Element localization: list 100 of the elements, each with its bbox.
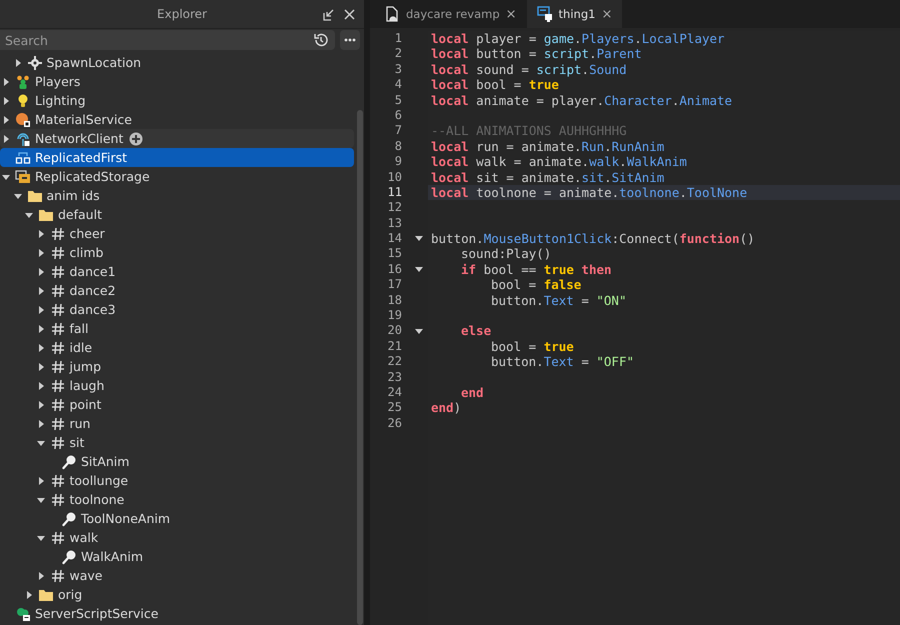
line-number: 16 (388, 262, 403, 278)
scrollbar[interactable] (357, 110, 363, 625)
hash-icon (50, 264, 66, 280)
tree-item[interactable]: dance1 (0, 262, 354, 281)
code-line: button.MouseButton1Click:Connect(function() (431, 231, 755, 246)
line-number: 4 (394, 77, 403, 93)
tree-item[interactable]: dance3 (0, 300, 354, 319)
editor-tab[interactable]: thing1 × (526, 0, 622, 28)
tree-item[interactable]: climb (0, 243, 354, 262)
antenna-icon (15, 130, 31, 146)
panel-title: Explorer (157, 7, 207, 21)
tree-item[interactable]: jump (0, 357, 354, 376)
code-line: button.Text = "OFF" (491, 354, 634, 370)
code-line: local player = game.Players.LocalPlayer (431, 31, 725, 46)
line-number: 11 (388, 184, 403, 200)
code-line: local run = animate.Run.RunAnim (431, 138, 664, 154)
pin-icon (61, 510, 77, 526)
tree-item[interactable]: cheer (0, 224, 354, 243)
tree-item[interactable]: laugh (0, 376, 354, 395)
hash-icon (50, 226, 66, 242)
code-line: local walk = animate.walk.WalkAnim (431, 154, 687, 170)
hash-icon (50, 320, 66, 336)
tree-item[interactable]: dance2 (0, 281, 354, 300)
code-line: end) (431, 400, 462, 416)
pin-icon (61, 454, 77, 470)
line-number: 6 (394, 108, 403, 124)
globe-icon (15, 112, 31, 128)
tree-item[interactable]: fall (0, 319, 354, 338)
tree-item[interactable]: SpawnLocation (0, 53, 354, 72)
more-button[interactable] (340, 30, 360, 50)
tree-item[interactable]: WalkAnim (0, 547, 354, 566)
tree-item[interactable]: point (0, 395, 354, 414)
plus-icon (129, 132, 144, 146)
tree-item[interactable]: run (0, 414, 354, 433)
tree-item[interactable]: anim ids (0, 186, 354, 205)
code-line: local sound = script.Sound (431, 62, 627, 78)
search-field[interactable]: Search (0, 30, 335, 50)
tree-item[interactable]: sit (0, 433, 354, 452)
tree-item[interactable]: Lighting (0, 91, 354, 110)
tree-item[interactable]: wave (0, 566, 354, 585)
code-line: local button = script.Parent (431, 46, 642, 62)
line-number: 15 (388, 246, 403, 262)
tree-item[interactable]: walk (0, 528, 354, 547)
code-line: --ALL ANIMATIONS AUHHGHHHG (431, 123, 627, 139)
tree-item[interactable]: ReplicatedFirst (0, 148, 354, 167)
hash-icon (50, 396, 66, 412)
hash-icon (50, 530, 66, 546)
line-number: 9 (394, 154, 403, 170)
tree-item[interactable]: ServerScriptService (0, 604, 354, 623)
more-icon (344, 38, 356, 42)
code-line: sound:Play() (461, 246, 552, 262)
code-line: local toolnone = animate.toolnone.ToolNone (431, 184, 748, 200)
crate-icon (15, 168, 31, 184)
close-icon (343, 8, 356, 21)
code-line: button.Text = "ON" (491, 292, 626, 308)
tree-item[interactable]: default (0, 205, 354, 224)
tree-item[interactable]: MaterialService (0, 110, 354, 129)
gear-icon (26, 54, 42, 70)
tree-item[interactable]: Players (0, 72, 354, 91)
tree-item[interactable]: toollunge (0, 471, 354, 490)
line-number: 8 (394, 138, 403, 154)
code-line: if bool == true then (461, 262, 612, 278)
tree-item[interactable]: NetworkClient (0, 129, 354, 148)
boxes-icon (15, 150, 31, 166)
hash-icon (50, 434, 66, 450)
code-line: local sit = animate.sit.SitAnim (431, 170, 664, 185)
hash-icon (50, 568, 66, 584)
line-number: 12 (388, 200, 403, 216)
line-number: 14 (388, 231, 403, 246)
tree-item[interactable]: ReplicatedStorage (0, 167, 354, 186)
undock-icon (322, 8, 335, 21)
document-icon (384, 6, 400, 22)
line-number: 25 (388, 400, 403, 416)
script-icon (536, 6, 553, 22)
hash-icon (50, 302, 66, 318)
code-line: bool = false (491, 277, 582, 293)
line-number: 23 (388, 370, 403, 385)
tree-item[interactable]: ToolNoneAnim (0, 509, 354, 528)
caret-down-icon (414, 326, 424, 336)
code-line: else (461, 323, 492, 339)
close-icon[interactable]: × (506, 6, 517, 22)
tree-item[interactable]: SitAnim (0, 452, 354, 471)
code-line: local bool = true (431, 77, 559, 93)
hash-icon (50, 244, 66, 260)
code-line: end (461, 384, 484, 400)
line-number: 21 (388, 338, 403, 354)
close-icon[interactable]: × (601, 6, 612, 22)
line-number: 5 (394, 92, 403, 108)
line-number: 1 (394, 31, 403, 46)
cloud-icon (15, 606, 31, 622)
line-number: 10 (388, 170, 403, 185)
hash-icon (50, 358, 66, 374)
hash-icon (50, 378, 66, 394)
line-number: 19 (388, 308, 403, 324)
tree-item[interactable]: orig (0, 585, 354, 604)
people-icon (15, 74, 31, 90)
tree-item[interactable]: toolnone (0, 490, 354, 509)
line-number: 7 (394, 123, 403, 139)
line-number: 13 (388, 216, 403, 232)
tree-item[interactable]: idle (0, 338, 354, 357)
